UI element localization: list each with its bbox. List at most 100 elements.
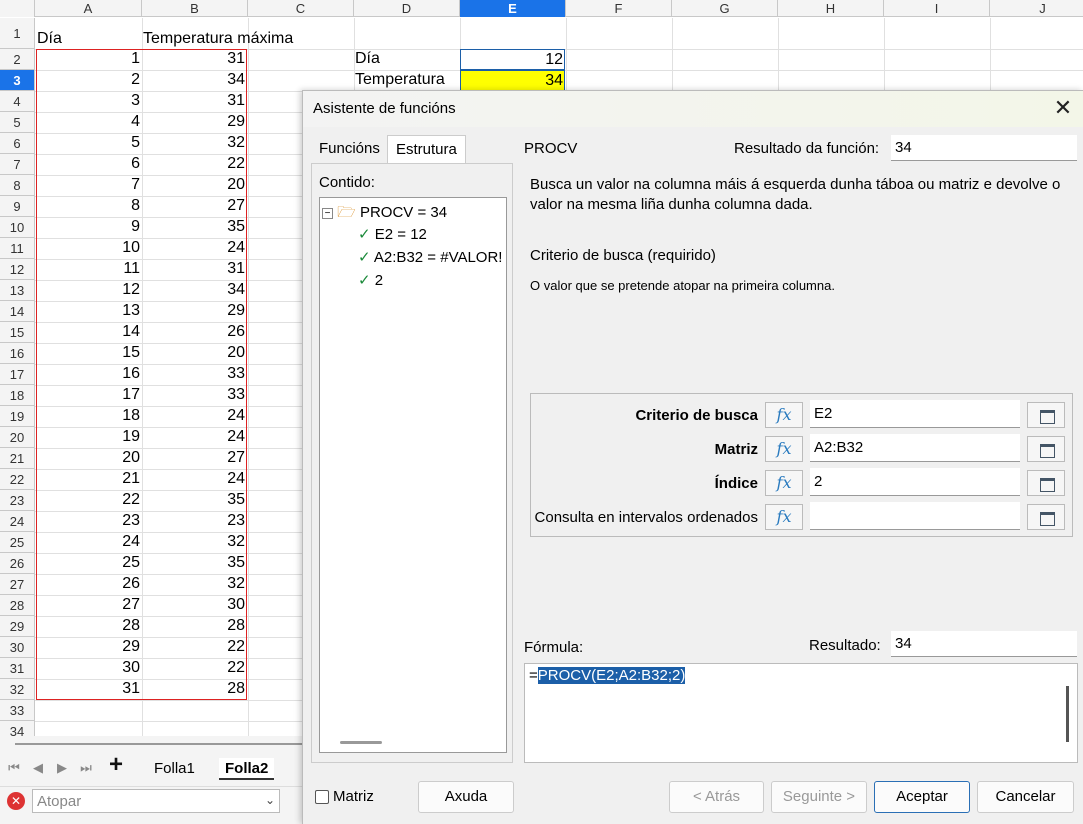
cell-a1[interactable]: Día: [37, 29, 141, 49]
row-header-5[interactable]: 5: [0, 112, 35, 133]
prev-sheet-icon[interactable]: ◀: [30, 758, 46, 778]
cell-b4[interactable]: 31: [143, 91, 245, 112]
fx-button-indice[interactable]: fx: [765, 470, 803, 496]
cell-a9[interactable]: 8: [37, 196, 140, 217]
tab-funcions[interactable]: Funcións: [311, 135, 388, 163]
column-header-b[interactable]: B: [142, 0, 248, 17]
tree-item-arg1[interactable]: ✓ E2 = 12: [358, 225, 427, 243]
cell-b29[interactable]: 28: [143, 616, 245, 637]
tree-scrollbar[interactable]: [340, 741, 382, 744]
cell-a19[interactable]: 18: [37, 406, 140, 427]
cell-b16[interactable]: 20: [143, 343, 245, 364]
row-header-10[interactable]: 10: [0, 217, 35, 238]
tree-item-arg2[interactable]: ✓ A2:B32 = #VALOR!: [358, 248, 502, 266]
cell-a30[interactable]: 29: [37, 637, 140, 658]
cell-b6[interactable]: 32: [143, 133, 245, 154]
row-header-19[interactable]: 19: [0, 406, 35, 427]
column-header-a[interactable]: A: [35, 0, 142, 17]
cell-b18[interactable]: 33: [143, 385, 245, 406]
cell-e2[interactable]: 12: [460, 49, 565, 70]
row-header-12[interactable]: 12: [0, 259, 35, 280]
cell-a18[interactable]: 17: [37, 385, 140, 406]
find-input[interactable]: Atopar: [32, 789, 280, 813]
column-header-i[interactable]: I: [884, 0, 990, 17]
close-icon[interactable]: ✕: [1050, 96, 1076, 122]
column-header-c[interactable]: C: [248, 0, 354, 17]
chevron-down-icon[interactable]: ⌄: [262, 793, 278, 809]
fx-button-criterio[interactable]: fx: [765, 402, 803, 428]
cell-b9[interactable]: 27: [143, 196, 245, 217]
collapse-icon[interactable]: −: [322, 207, 333, 219]
cell-a15[interactable]: 14: [37, 322, 140, 343]
cell-b20[interactable]: 24: [143, 427, 245, 448]
arg-input-criterio[interactable]: E2: [810, 400, 1020, 428]
row-header-8[interactable]: 8: [0, 175, 35, 196]
formula-text[interactable]: =PROCV(E2;A2:B32;2): [529, 667, 686, 684]
cell-b27[interactable]: 32: [143, 574, 245, 595]
row-header-22[interactable]: 22: [0, 469, 35, 490]
row-header-7[interactable]: 7: [0, 154, 35, 175]
cell-a28[interactable]: 27: [37, 595, 140, 616]
cell-a10[interactable]: 9: [37, 217, 140, 238]
cell-b19[interactable]: 24: [143, 406, 245, 427]
cell-b12[interactable]: 31: [143, 259, 245, 280]
cell-a21[interactable]: 20: [37, 448, 140, 469]
sheet-tab-folla1[interactable]: Folla1: [148, 758, 201, 780]
add-sheet-button[interactable]: +: [108, 753, 124, 777]
column-header-j[interactable]: J: [990, 0, 1083, 17]
cell-a27[interactable]: 26: [37, 574, 140, 595]
row-header-33[interactable]: 33: [0, 700, 35, 721]
cell-a17[interactable]: 16: [37, 364, 140, 385]
column-header-h[interactable]: H: [778, 0, 884, 17]
cell-b7[interactable]: 22: [143, 154, 245, 175]
row-header-13[interactable]: 13: [0, 280, 35, 301]
row-header-26[interactable]: 26: [0, 553, 35, 574]
cell-b31[interactable]: 22: [143, 658, 245, 679]
cell-a24[interactable]: 23: [37, 511, 140, 532]
cell-a13[interactable]: 12: [37, 280, 140, 301]
cell-a32[interactable]: 31: [37, 679, 140, 700]
cell-b24[interactable]: 23: [143, 511, 245, 532]
sheet-tab-folla2[interactable]: Folla2: [219, 758, 275, 780]
row-header-34[interactable]: 34: [0, 721, 35, 736]
cell-a2[interactable]: 1: [37, 49, 140, 70]
cell-b14[interactable]: 29: [143, 301, 245, 322]
cell-a12[interactable]: 11: [37, 259, 140, 280]
next-sheet-icon[interactable]: ▶: [54, 758, 70, 778]
row-header-14[interactable]: 14: [0, 301, 35, 322]
cell-a7[interactable]: 6: [37, 154, 140, 175]
cell-a23[interactable]: 22: [37, 490, 140, 511]
cell-b2[interactable]: 31: [143, 49, 245, 70]
cell-b3[interactable]: 34: [143, 70, 245, 91]
row-header-24[interactable]: 24: [0, 511, 35, 532]
row-header-4[interactable]: 4: [0, 91, 35, 112]
row-header-18[interactable]: 18: [0, 385, 35, 406]
row-header-23[interactable]: 23: [0, 490, 35, 511]
cell-d3[interactable]: Temperatura: [355, 70, 459, 91]
shrink-icon[interactable]: [1027, 470, 1065, 496]
arg-input-matriz[interactable]: A2:B32: [810, 434, 1020, 462]
column-header-f[interactable]: F: [566, 0, 672, 17]
next-button[interactable]: Seguinte >: [771, 781, 867, 813]
arg-input-indice[interactable]: 2: [810, 468, 1020, 496]
cell-b22[interactable]: 24: [143, 469, 245, 490]
row-header-21[interactable]: 21: [0, 448, 35, 469]
row-header-25[interactable]: 25: [0, 532, 35, 553]
cell-b25[interactable]: 32: [143, 532, 245, 553]
tree-item-root[interactable]: − 🗁 PROCV = 34: [322, 202, 447, 227]
row-header-2[interactable]: 2: [0, 49, 35, 70]
tree-item-arg3[interactable]: ✓ 2: [358, 271, 383, 289]
cell-a11[interactable]: 10: [37, 238, 140, 259]
cell-a8[interactable]: 7: [37, 175, 140, 196]
cell-b8[interactable]: 20: [143, 175, 245, 196]
cell-a5[interactable]: 4: [37, 112, 140, 133]
cell-b32[interactable]: 28: [143, 679, 245, 700]
cell-a6[interactable]: 5: [37, 133, 140, 154]
row-header-15[interactable]: 15: [0, 322, 35, 343]
cell-a20[interactable]: 19: [37, 427, 140, 448]
cell-a22[interactable]: 21: [37, 469, 140, 490]
row-header-9[interactable]: 9: [0, 196, 35, 217]
column-header-d[interactable]: D: [354, 0, 460, 17]
shrink-icon[interactable]: [1027, 402, 1065, 428]
cell-b26[interactable]: 35: [143, 553, 245, 574]
